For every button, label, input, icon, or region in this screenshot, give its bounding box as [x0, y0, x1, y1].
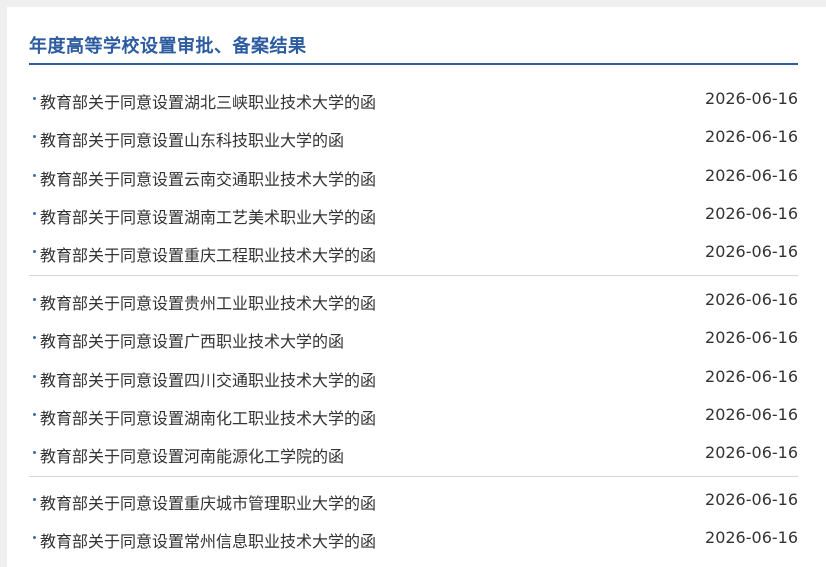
list-group-2: 教育部关于同意设置贵州工业职业技术大学的函 2026-06-16 教育部关于同意… [29, 281, 798, 472]
list-item[interactable]: 教育部关于同意设置重庆城市管理职业大学的函 2026-06-16 [29, 481, 798, 519]
bullet-icon [33, 250, 36, 254]
bullet-icon [33, 211, 36, 215]
list-item-date: 2026-06-16 [705, 127, 798, 147]
list-item[interactable]: 教育部关于同意设置湖南化工职业技术大学的函 2026-06-16 [29, 396, 798, 434]
list-item-date: 2026-06-16 [705, 203, 798, 223]
list-group-3: 教育部关于同意设置重庆城市管理职业大学的函 2026-06-16 教育部关于同意… [29, 481, 798, 558]
list-item-title-link[interactable]: 教育部关于同意设置常州信息职业技术大学的函 [40, 528, 376, 552]
group-divider [29, 476, 798, 477]
list-item-title-link[interactable]: 教育部关于同意设置云南交通职业技术大学的函 [40, 166, 376, 190]
list-item-date: 2026-06-16 [705, 366, 798, 386]
group-divider [29, 275, 798, 276]
bullet-icon [33, 412, 36, 416]
bullet-icon [33, 173, 36, 177]
section-title: 年度高等学校设置审批、备案结果 [29, 36, 307, 57]
list-item[interactable]: 教育部关于同意设置广西职业技术大学的函 2026-06-16 [29, 319, 798, 357]
list-item[interactable]: 教育部关于同意设置山东科技职业大学的函 2026-06-16 [29, 118, 798, 156]
list-item-title-link[interactable]: 教育部关于同意设置四川交通职业技术大学的函 [40, 367, 376, 391]
list-item-date: 2026-06-16 [705, 242, 798, 262]
list-item-date: 2026-06-16 [705, 290, 798, 309]
bullet-icon [33, 298, 36, 301]
list-item-title-link[interactable]: 教育部关于同意设置湖北三峡职业技术大学的函 [40, 89, 376, 113]
bullet-icon [33, 451, 36, 455]
list-group-1: 教育部关于同意设置湖北三峡职业技术大学的函 2026-06-16 教育部关于同意… [29, 80, 798, 271]
list-item-title-link[interactable]: 教育部关于同意设置重庆工程职业技术大学的函 [40, 242, 376, 266]
list-item[interactable]: 教育部关于同意设置湖南工艺美术职业大学的函 2026-06-16 [29, 195, 798, 233]
list-item-title-link[interactable]: 教育部关于同意设置湖南化工职业技术大学的函 [40, 405, 376, 429]
list-item-date: 2026-06-16 [705, 443, 798, 463]
list-item-title-link[interactable]: 教育部关于同意设置河南能源化工学院的函 [40, 443, 344, 467]
list-item-date: 2026-06-16 [705, 328, 798, 348]
list-item[interactable]: 教育部关于同意设置重庆工程职业技术大学的函 2026-06-16 [29, 233, 798, 271]
bullet-icon [33, 135, 36, 139]
list-item[interactable]: 教育部关于同意设置湖北三峡职业技术大学的函 2026-06-16 [29, 80, 798, 118]
bullet-icon [33, 336, 36, 340]
list-item-date: 2026-06-16 [705, 165, 798, 185]
list-item-date: 2026-06-16 [705, 89, 798, 108]
list-item-title-link[interactable]: 教育部关于同意设置广西职业技术大学的函 [40, 328, 344, 352]
list-item-title-link[interactable]: 教育部关于同意设置湖南工艺美术职业大学的函 [40, 204, 376, 228]
list-item-title-link[interactable]: 教育部关于同意设置贵州工业职业技术大学的函 [40, 290, 376, 314]
list-item[interactable]: 教育部关于同意设置贵州工业职业技术大学的函 2026-06-16 [29, 281, 798, 319]
section-header: 年度高等学校设置审批、备案结果 [29, 29, 798, 65]
bullet-icon [33, 97, 36, 100]
bullet-icon [33, 498, 36, 501]
list-item-date: 2026-06-16 [705, 404, 798, 424]
list-item[interactable]: 教育部关于同意设置云南交通职业技术大学的函 2026-06-16 [29, 157, 798, 195]
list-item-title-link[interactable]: 教育部关于同意设置山东科技职业大学的函 [40, 127, 344, 151]
list-item[interactable]: 教育部关于同意设置四川交通职业技术大学的函 2026-06-16 [29, 358, 798, 396]
list-item-title-link[interactable]: 教育部关于同意设置重庆城市管理职业大学的函 [40, 490, 376, 514]
list-item[interactable]: 教育部关于同意设置河南能源化工学院的函 2026-06-16 [29, 434, 798, 472]
list-item-date: 2026-06-16 [705, 528, 798, 548]
list-item-date: 2026-06-16 [705, 490, 798, 509]
bullet-icon [33, 536, 36, 540]
list-item[interactable]: 教育部关于同意设置常州信息职业技术大学的函 2026-06-16 [29, 519, 798, 557]
bullet-icon [33, 374, 36, 378]
